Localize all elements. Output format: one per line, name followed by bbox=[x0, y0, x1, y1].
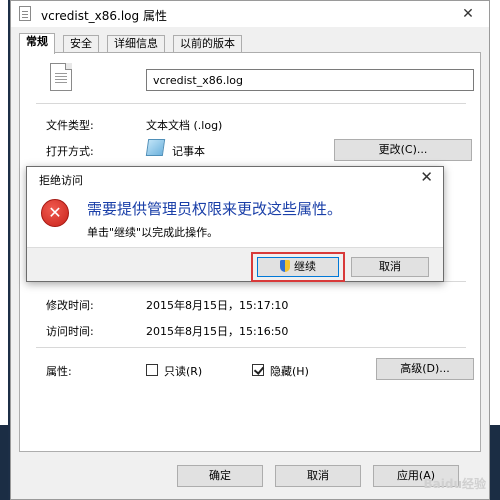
ok-button[interactable]: 确定 bbox=[177, 465, 263, 487]
open-with-label: 打开方式: bbox=[46, 145, 94, 158]
dialog-footer: 继续 取消 bbox=[27, 247, 443, 282]
dialog-cancel-button[interactable]: 取消 bbox=[351, 257, 429, 277]
open-with-value: 记事本 bbox=[172, 145, 205, 158]
file-icon bbox=[19, 6, 31, 21]
desktop-background bbox=[0, 425, 8, 500]
continue-button[interactable]: 继续 bbox=[257, 257, 339, 277]
error-icon: ✕ bbox=[41, 199, 69, 227]
continue-label: 继续 bbox=[294, 260, 316, 273]
access-denied-dialog: 拒绝访问 ✕ ✕ 需要提供管理员权限来更改这些属性。 单击"继续"以完成此操作。… bbox=[26, 166, 444, 282]
divider bbox=[36, 347, 466, 348]
dialog-message: 单击"继续"以完成此操作。 bbox=[87, 226, 219, 239]
accessed-label: 访问时间: bbox=[46, 325, 94, 338]
uac-shield-icon bbox=[280, 260, 290, 272]
dialog-close-icon[interactable]: ✕ bbox=[420, 168, 433, 186]
file-name-input[interactable] bbox=[146, 69, 474, 91]
file-type-label: 文件类型: bbox=[46, 119, 94, 132]
divider bbox=[36, 103, 466, 104]
document-icon bbox=[50, 63, 72, 91]
close-icon[interactable]: ✕ bbox=[455, 4, 481, 24]
advanced-button[interactable]: 高级(D)... bbox=[376, 358, 474, 380]
attributes-label: 属性: bbox=[46, 365, 72, 378]
hidden-label[interactable]: 隐藏(H) bbox=[270, 363, 309, 379]
tab-general[interactable]: 常规 bbox=[19, 33, 55, 54]
tab-previous-versions[interactable]: 以前的版本 bbox=[173, 35, 242, 53]
hidden-checkbox[interactable] bbox=[252, 364, 264, 376]
dialog-heading: 需要提供管理员权限来更改这些属性。 bbox=[87, 200, 343, 218]
accessed-value: 2015年8月15日，15:16:50 bbox=[146, 325, 289, 338]
readonly-checkbox[interactable] bbox=[146, 364, 158, 376]
notepad-icon bbox=[145, 139, 166, 156]
modified-value: 2015年8月15日，15:17:10 bbox=[146, 299, 289, 312]
dialog-title: 拒绝访问 bbox=[39, 174, 83, 187]
cancel-button[interactable]: 取消 bbox=[275, 465, 361, 487]
change-button[interactable]: 更改(C)... bbox=[334, 139, 472, 161]
file-type-value: 文本文档 (.log) bbox=[146, 119, 223, 132]
watermark: Baidu经验 bbox=[423, 477, 487, 491]
tab-security[interactable]: 安全 bbox=[63, 35, 99, 53]
window-title: vcredist_x86.log 属性 bbox=[41, 9, 167, 23]
tab-details[interactable]: 详细信息 bbox=[107, 35, 165, 53]
modified-label: 修改时间: bbox=[46, 299, 94, 312]
title-bar[interactable]: vcredist_x86.log 属性 ✕ bbox=[11, 1, 489, 27]
readonly-label[interactable]: 只读(R) bbox=[164, 363, 202, 379]
